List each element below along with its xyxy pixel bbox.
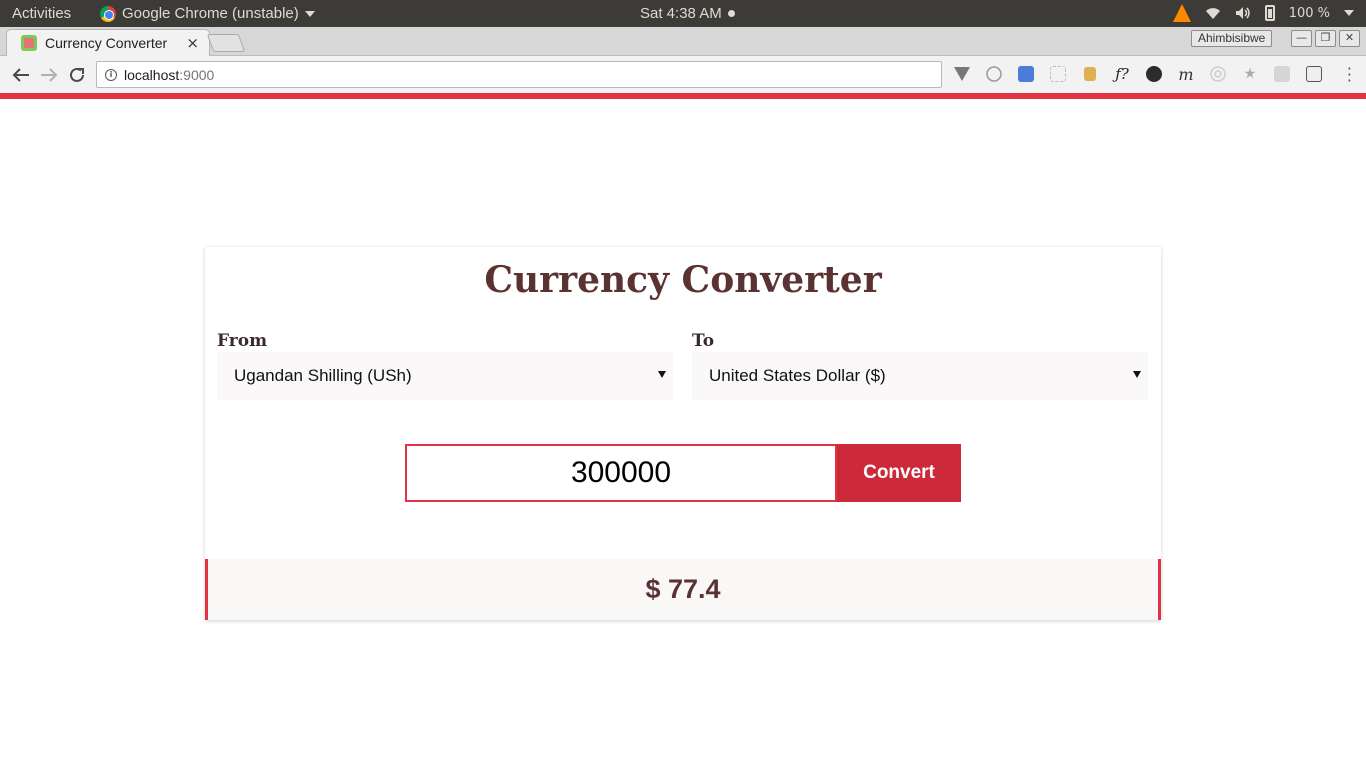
favicon-icon	[21, 35, 37, 51]
from-currency-select[interactable]: Ugandan Shilling (USh)	[217, 352, 673, 400]
clock[interactable]: Sat 4:38 AM	[640, 5, 735, 22]
system-tray[interactable]: 100 %	[1172, 4, 1354, 22]
vue-devtools-icon[interactable]	[952, 64, 972, 84]
extensions-bar: ƒ? m ★	[952, 64, 1324, 84]
from-currency-value: Ugandan Shilling (USh)	[234, 366, 412, 385]
activities-button[interactable]: Activities	[12, 5, 71, 22]
json-viewer-icon[interactable]	[984, 64, 1004, 84]
url-port: :9000	[179, 66, 215, 83]
url-host: localhost	[124, 66, 180, 83]
page-title: Currency Converter	[484, 259, 882, 301]
clock-label: Sat 4:38 AM	[640, 5, 722, 22]
battery-percent: 100 %	[1288, 5, 1330, 21]
chevron-down-icon	[304, 10, 315, 17]
to-currency-select[interactable]: United States Dollar ($)	[692, 352, 1148, 400]
url-text: localhost:9000	[124, 67, 214, 83]
tab-title: Currency Converter	[45, 35, 168, 51]
close-window-button[interactable]: ✕	[1339, 30, 1360, 47]
browser-toolbar: i localhost:9000 ƒ? m ★ · · ·	[0, 56, 1366, 93]
dropdown-arrow-icon	[1133, 371, 1141, 378]
back-button[interactable]	[10, 64, 32, 86]
new-tab-button[interactable]	[206, 34, 246, 52]
m-extension-icon[interactable]: m	[1176, 64, 1196, 84]
restore-button[interactable]: ❐	[1315, 30, 1336, 47]
a-extension-icon[interactable]	[1304, 64, 1324, 84]
amount-input[interactable]: 300000	[405, 444, 837, 502]
profile-button[interactable]: Ahimbisibwe	[1191, 30, 1273, 47]
font-finder-icon[interactable]: ƒ?	[1112, 64, 1132, 84]
address-bar[interactable]: i localhost:9000	[96, 61, 942, 88]
close-icon[interactable]: ×	[186, 34, 199, 52]
ruler-extension-icon[interactable]	[1080, 64, 1100, 84]
fi-extension-icon[interactable]	[1016, 64, 1036, 84]
from-label: From	[217, 331, 268, 351]
volume-icon	[1235, 5, 1251, 21]
tab-strip: Currency Converter × Ahimbisibwe — ❐ ✕	[0, 27, 1366, 56]
zenhub-icon[interactable]	[1144, 64, 1164, 84]
reload-button[interactable]	[66, 64, 88, 86]
wifi-icon	[1205, 5, 1221, 21]
vlc-icon[interactable]	[1172, 4, 1191, 22]
chrome-icon	[100, 5, 116, 22]
to-label: To	[692, 331, 715, 351]
app-menu[interactable]: Google Chrome (unstable)	[100, 5, 315, 22]
notification-dot-icon	[727, 10, 735, 17]
reader-extension-icon[interactable]	[1272, 64, 1292, 84]
tab-currency-converter[interactable]: Currency Converter ×	[6, 29, 210, 56]
target-extension-icon[interactable]	[1208, 64, 1228, 84]
app-menu-label: Google Chrome (unstable)	[122, 5, 299, 22]
window-controls: — ❐ ✕	[1291, 30, 1360, 47]
minimize-button[interactable]: —	[1291, 30, 1312, 47]
converter-card: Currency Converter From Ugandan Shilling…	[205, 247, 1161, 620]
page-top-accent-bar	[0, 93, 1366, 99]
conversion-result: $ 77.4	[205, 559, 1161, 620]
system-top-bar: Activities Google Chrome (unstable) Sat …	[0, 0, 1366, 27]
dropdown-arrow-icon	[658, 371, 666, 378]
battery-icon	[1264, 5, 1275, 21]
more-menu-icon[interactable]: · · ·	[1347, 61, 1352, 89]
convert-button[interactable]: Convert	[837, 444, 961, 502]
forward-button[interactable]	[38, 64, 60, 86]
grid-extension-icon[interactable]	[1048, 64, 1068, 84]
to-currency-value: United States Dollar ($)	[709, 366, 886, 385]
chevron-down-icon	[1344, 10, 1354, 16]
info-icon[interactable]: i	[105, 68, 117, 81]
star-icon[interactable]: ★	[1240, 64, 1260, 84]
